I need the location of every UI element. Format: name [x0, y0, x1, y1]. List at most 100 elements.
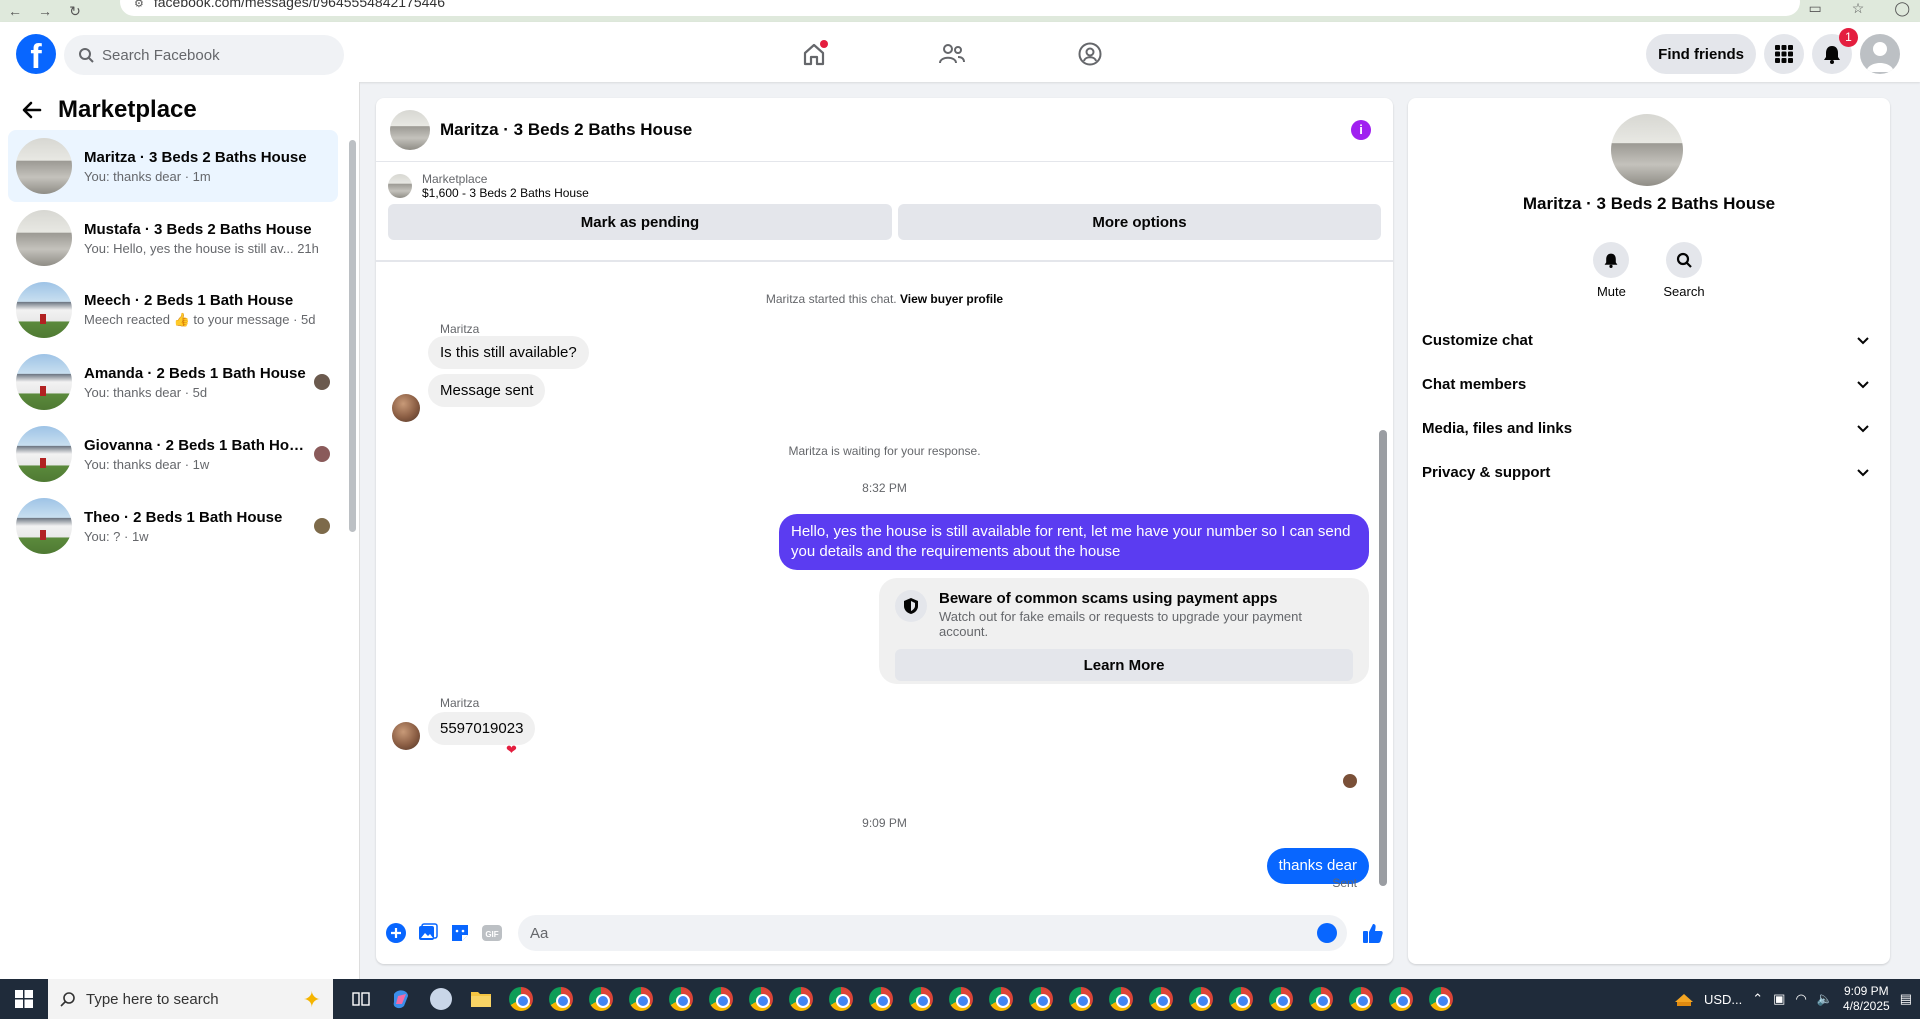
privacy-support-section[interactable]: Privacy & support [1422, 450, 1876, 494]
chrome-icon[interactable] [1025, 983, 1057, 1015]
profile-icon[interactable]: ◯ [1894, 0, 1910, 17]
home-tab[interactable] [790, 30, 838, 78]
incoming-message[interactable]: Is this still available? [428, 336, 589, 369]
conversation-item[interactable]: Theo · 2 Beds 1 Bath House You: ? · 1w [8, 490, 338, 562]
site-info-icon[interactable]: ⚙ [134, 0, 144, 10]
address-bar[interactable]: ⚙ facebook.com/messages/t/96455548421754… [120, 0, 1800, 16]
media-files-links-section[interactable]: Media, files and links [1422, 406, 1876, 450]
forward-icon[interactable]: → [30, 3, 60, 19]
currency-widget-text[interactable]: USD... [1704, 992, 1742, 1007]
details-listing-thumbnail[interactable] [1611, 114, 1683, 186]
sender-avatar[interactable] [392, 394, 420, 422]
chrome-icon[interactable] [505, 983, 537, 1015]
account-avatar[interactable] [1860, 34, 1900, 74]
back-icon[interactable]: ← [0, 3, 30, 19]
menu-button[interactable] [1764, 34, 1804, 74]
taskbar-search[interactable]: Type here to search ✦ [48, 979, 333, 1019]
chrome-icon[interactable] [905, 983, 937, 1015]
conversation-item[interactable]: Mustafa · 3 Beds 2 Baths House You: Hell… [8, 202, 338, 274]
file-explorer-icon[interactable] [465, 983, 497, 1015]
view-buyer-profile-link[interactable]: View buyer profile [900, 292, 1003, 306]
outgoing-message[interactable]: Hello, yes the house is still available … [779, 514, 1369, 570]
scrollbar-thumb[interactable] [1379, 430, 1387, 886]
chrome-icon[interactable] [1265, 983, 1297, 1015]
chrome-icon[interactable] [1425, 983, 1457, 1015]
chrome-icon[interactable] [1065, 983, 1097, 1015]
chrome-icon[interactable] [1145, 983, 1177, 1015]
chat-listing-thumbnail[interactable] [390, 109, 430, 150]
chrome-icon[interactable] [665, 983, 697, 1015]
taskbar-clock[interactable]: 9:09 PM 4/8/2025 [1843, 984, 1890, 1014]
find-friends-button[interactable]: Find friends [1646, 34, 1756, 74]
sidebar-scrollbar[interactable] [348, 126, 356, 536]
chrome-icon[interactable] [865, 983, 897, 1015]
sender-avatar[interactable] [392, 722, 420, 750]
wifi-icon[interactable]: ◠ [1795, 991, 1806, 1007]
chat-scrollbar[interactable] [1378, 264, 1388, 904]
start-button[interactable] [0, 979, 48, 1019]
install-icon[interactable]: ▭ [1809, 0, 1822, 17]
chrome-icon[interactable] [985, 983, 1017, 1015]
chrome-icon[interactable] [1225, 983, 1257, 1015]
learn-more-button[interactable]: Learn More [895, 649, 1353, 681]
info-icon[interactable]: i [1351, 120, 1371, 140]
bookmark-star-icon[interactable]: ☆ [1852, 0, 1865, 17]
notifications-button[interactable]: 1 [1812, 28, 1858, 74]
chrome-icon[interactable] [1385, 983, 1417, 1015]
meet-now-icon[interactable]: ▣ [1773, 991, 1785, 1007]
chrome-icon[interactable] [945, 983, 977, 1015]
copilot-sparkle-icon: ✦ [302, 987, 321, 1012]
chrome-icon[interactable] [785, 983, 817, 1015]
search-input[interactable]: Search Facebook [64, 35, 344, 75]
message-input[interactable]: Aa [518, 915, 1347, 951]
listing-small-thumbnail[interactable] [388, 174, 412, 198]
mute-button[interactable]: Mute [1593, 242, 1630, 299]
chevron-up-icon[interactable]: ⌃ [1752, 991, 1763, 1007]
conversation-item[interactable]: Maritza · 3 Beds 2 Baths House You: than… [8, 130, 338, 202]
chrome-icon[interactable] [1305, 983, 1337, 1015]
shield-icon [895, 590, 927, 622]
conversation-time: 21h [297, 240, 319, 256]
notification-center-icon[interactable]: ▤ [1900, 991, 1912, 1007]
chrome-icon[interactable] [825, 983, 857, 1015]
chrome-icon[interactable] [1185, 983, 1217, 1015]
conversation-item[interactable]: Giovanna · 2 Beds 1 Bath House You: than… [8, 418, 338, 490]
heart-reaction-icon[interactable]: ❤ [506, 742, 517, 758]
groups-tab[interactable] [1066, 30, 1114, 78]
reload-icon[interactable]: ↻ [60, 3, 90, 20]
friends-tab[interactable] [928, 30, 976, 78]
customize-chat-section[interactable]: Customize chat [1422, 318, 1876, 362]
conversation-item[interactable]: Meech · 2 Beds 1 Bath House Meech reacte… [8, 274, 338, 346]
chrome-icon[interactable] [1105, 983, 1137, 1015]
chevron-down-icon [1857, 469, 1869, 477]
facebook-logo[interactable]: f [16, 34, 56, 74]
chrome-icon[interactable] [625, 983, 657, 1015]
copilot-icon[interactable] [385, 983, 417, 1015]
sticker-icon[interactable] [448, 921, 472, 945]
app-icon[interactable] [425, 983, 457, 1015]
listing-detail[interactable]: $1,600 - 3 Beds 2 Baths House [422, 186, 589, 200]
emoji-icon[interactable] [1317, 923, 1337, 943]
search-in-chat-button[interactable]: Search [1663, 242, 1705, 299]
gif-icon[interactable]: GIF [480, 921, 504, 945]
chrome-icon[interactable] [585, 983, 617, 1015]
chrome-icon[interactable] [705, 983, 737, 1015]
incoming-message[interactable]: Message sent [428, 374, 546, 407]
thumbs-up-icon[interactable] [1361, 921, 1385, 945]
task-view-icon[interactable] [345, 983, 377, 1015]
currency-widget-icon[interactable] [1674, 990, 1694, 1008]
chat-title[interactable]: Maritza · 3 Beds 2 Baths House [440, 120, 692, 140]
chat-members-section[interactable]: Chat members [1422, 362, 1876, 406]
back-arrow-icon[interactable] [22, 100, 42, 120]
chrome-icon[interactable] [545, 983, 577, 1015]
conversation-item[interactable]: Amanda · 2 Beds 1 Bath House You: thanks… [8, 346, 338, 418]
more-options-button[interactable]: More options [897, 204, 1381, 240]
mark-as-pending-button[interactable]: Mark as pending [388, 204, 892, 240]
scrollbar-thumb[interactable] [349, 140, 356, 532]
photo-icon[interactable] [416, 921, 440, 945]
plus-icon[interactable] [384, 921, 408, 945]
incoming-message[interactable]: 5597019023 [428, 712, 536, 745]
chrome-icon[interactable] [1345, 983, 1377, 1015]
volume-icon[interactable]: 🔈 [1817, 991, 1833, 1007]
chrome-icon[interactable] [745, 983, 777, 1015]
